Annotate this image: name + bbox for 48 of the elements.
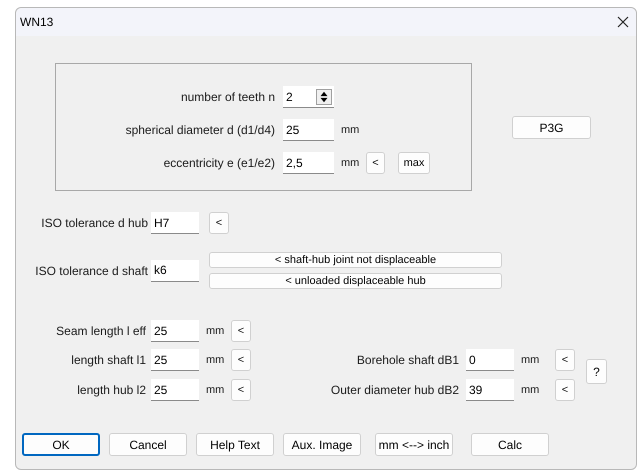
field-label: eccentricity e (e1/e2) <box>162 155 276 172</box>
field-label: ISO tolerance d hub <box>40 215 149 232</box>
small-button[interactable]: < <box>555 379 575 401</box>
input-field[interactable]: 25 <box>151 320 199 342</box>
tolerance-button[interactable]: < unloaded displaceable hub <box>209 273 502 289</box>
unit-label: mm <box>340 156 360 171</box>
input-field[interactable]: 2,5 <box>283 152 334 174</box>
input-field[interactable]: 25 <box>151 349 199 371</box>
window-title: WN13 <box>20 14 54 31</box>
dialog-button[interactable]: Help Text <box>196 433 274 456</box>
small-button[interactable]: < <box>231 320 251 342</box>
unit-label: mm <box>205 324 226 339</box>
input-field[interactable]: 25 <box>151 379 199 401</box>
input-field[interactable]: H7 <box>151 212 199 234</box>
small-button[interactable]: < <box>231 349 251 371</box>
field-label: spherical diameter d (d1/d4) <box>124 122 276 139</box>
dialog-button[interactable]: Calc <box>471 433 549 456</box>
close-icon[interactable] <box>617 16 629 28</box>
field-label: Borehole shaft dB1 <box>356 352 460 369</box>
input-field[interactable]: 0 <box>466 349 514 371</box>
small-button[interactable]: < <box>555 349 575 371</box>
unit-label: mm <box>205 352 226 368</box>
field-label: Outer diameter hub dB2 <box>330 382 460 399</box>
help-button[interactable]: ? <box>586 359 607 384</box>
dialog-button[interactable]: Cancel <box>109 433 187 456</box>
tolerance-button[interactable]: < shaft-hub joint not displaceable <box>209 252 502 268</box>
dialog-button[interactable]: OK <box>22 433 100 456</box>
small-button[interactable]: < <box>209 212 229 234</box>
input-field[interactable]: 25 <box>283 119 334 141</box>
dialog-button[interactable]: mm <--> inch <box>375 433 453 456</box>
field-label: length shaft l1 <box>70 352 147 369</box>
dialog-button[interactable]: Aux. Image <box>283 433 361 456</box>
unit-label: mm <box>520 382 540 398</box>
spinner-field[interactable]: 2 <box>283 86 334 108</box>
field-label: ISO tolerance d shaft <box>34 262 149 280</box>
small-button[interactable]: max <box>398 152 430 174</box>
field-label: number of teeth n <box>180 89 276 106</box>
input-field[interactable]: k6 <box>151 260 199 282</box>
up-down-arrows-icon[interactable] <box>316 88 332 104</box>
field-label: Seam length l eff <box>55 323 147 340</box>
p3g-button[interactable]: P3G <box>512 116 591 139</box>
small-button[interactable]: < <box>366 152 385 174</box>
unit-label: mm <box>340 122 360 138</box>
unit-label: mm <box>520 352 540 368</box>
small-button[interactable]: < <box>231 379 251 401</box>
field-label: length hub l2 <box>76 382 147 399</box>
unit-label: mm <box>205 382 226 398</box>
input-field[interactable]: 39 <box>466 379 514 401</box>
